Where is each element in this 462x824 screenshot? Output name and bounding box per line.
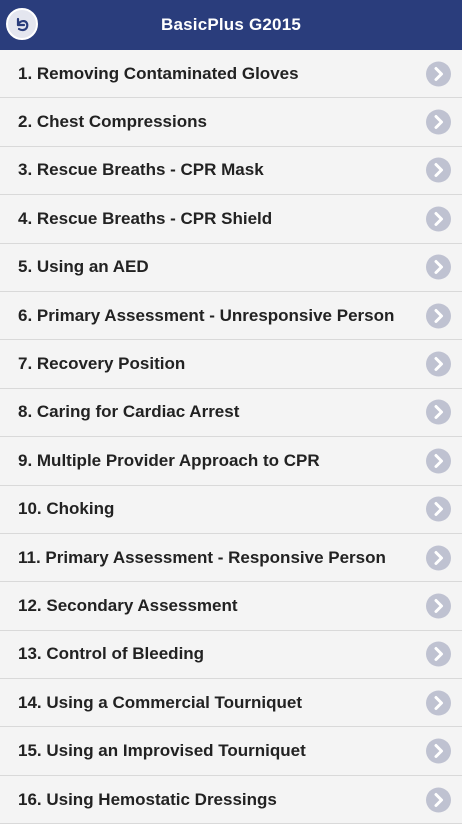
chevron-right-icon[interactable] (426, 738, 451, 764)
list-item-label: 15. Using an Improvised Tourniquet (18, 741, 306, 761)
chevron-right-icon[interactable] (426, 448, 451, 474)
list-item[interactable]: 2. Chest Compressions (0, 98, 462, 147)
chevron-right-icon[interactable] (426, 351, 451, 377)
app-header: BasicPlus G2015 (0, 0, 462, 50)
list-item[interactable]: 13. Control of Bleeding (0, 630, 462, 680)
chevron-right-icon[interactable] (426, 399, 451, 425)
chevron-right-icon[interactable] (426, 545, 451, 571)
chevron-right-icon[interactable] (426, 690, 451, 716)
list-item-label: 7. Recovery Position (18, 354, 186, 374)
list-item[interactable]: 14. Using a Commercial Tourniquet (0, 679, 462, 728)
list-item[interactable]: 9. Multiple Provider Approach to CPR (0, 437, 462, 486)
chevron-right-icon[interactable] (426, 109, 451, 135)
back-arrow-icon (16, 17, 29, 32)
list-item-label: 3. Rescue Breaths - CPR Mask (18, 160, 264, 180)
list-item-label: 8. Caring for Cardiac Arrest (18, 402, 240, 422)
list-item-label: 4. Rescue Breaths - CPR Shield (18, 208, 273, 228)
list-item-label: 1. Removing Contaminated Gloves (18, 63, 299, 83)
list-item[interactable]: 12. Secondary Assessment (0, 582, 462, 631)
list-item-label: 5. Using an AED (18, 257, 149, 277)
list-item-label: 10. Choking (18, 499, 115, 519)
list-item[interactable]: 6. Primary Assessment - Unresponsive Per… (0, 291, 462, 341)
list-item-label: 9. Multiple Provider Approach to CPR (18, 450, 320, 470)
list-item-label: 11. Primary Assessment - Responsive Pers… (18, 547, 386, 567)
chevron-right-icon[interactable] (426, 254, 451, 280)
chevron-right-icon[interactable] (426, 641, 451, 667)
list-item[interactable]: 3. Rescue Breaths - CPR Mask (0, 146, 462, 196)
chevron-right-icon[interactable] (426, 61, 451, 87)
list-item-label: 6. Primary Assessment - Unresponsive Per… (18, 305, 395, 325)
list-item[interactable]: 1. Removing Contaminated Gloves (0, 50, 462, 99)
chevron-right-icon[interactable] (426, 593, 451, 619)
chevron-right-icon[interactable] (426, 157, 451, 183)
page-title: BasicPlus G2015 (160, 15, 302, 34)
skills-list: 1. Removing Contaminated Gloves 2. Chest … (0, 50, 462, 824)
list-item[interactable]: 5. Using an AED (0, 243, 462, 292)
list-item[interactable]: 11. Primary Assessment - Responsive Pers… (0, 533, 462, 583)
list-item[interactable]: 4. Rescue Breaths - CPR Shield (0, 195, 462, 244)
chevron-right-icon[interactable] (426, 303, 451, 329)
chevron-right-icon[interactable] (426, 496, 451, 522)
list-item[interactable]: 7. Recovery Position (0, 340, 462, 389)
list-item[interactable]: 10. Choking (0, 485, 462, 534)
list-item[interactable]: 15. Using an Improvised Tourniquet (0, 727, 462, 776)
list-item-label: 14. Using a Commercial Tourniquet (18, 692, 303, 712)
list-item-label: 12. Secondary Assessment (18, 595, 238, 615)
list-item-label: 2. Chest Compressions (18, 112, 207, 132)
list-item[interactable]: 8. Caring for Cardiac Arrest (0, 388, 462, 438)
list-item-label: 13. Control of Bleeding (18, 644, 205, 664)
chevron-right-icon[interactable] (426, 206, 451, 232)
back-button[interactable] (6, 8, 38, 40)
